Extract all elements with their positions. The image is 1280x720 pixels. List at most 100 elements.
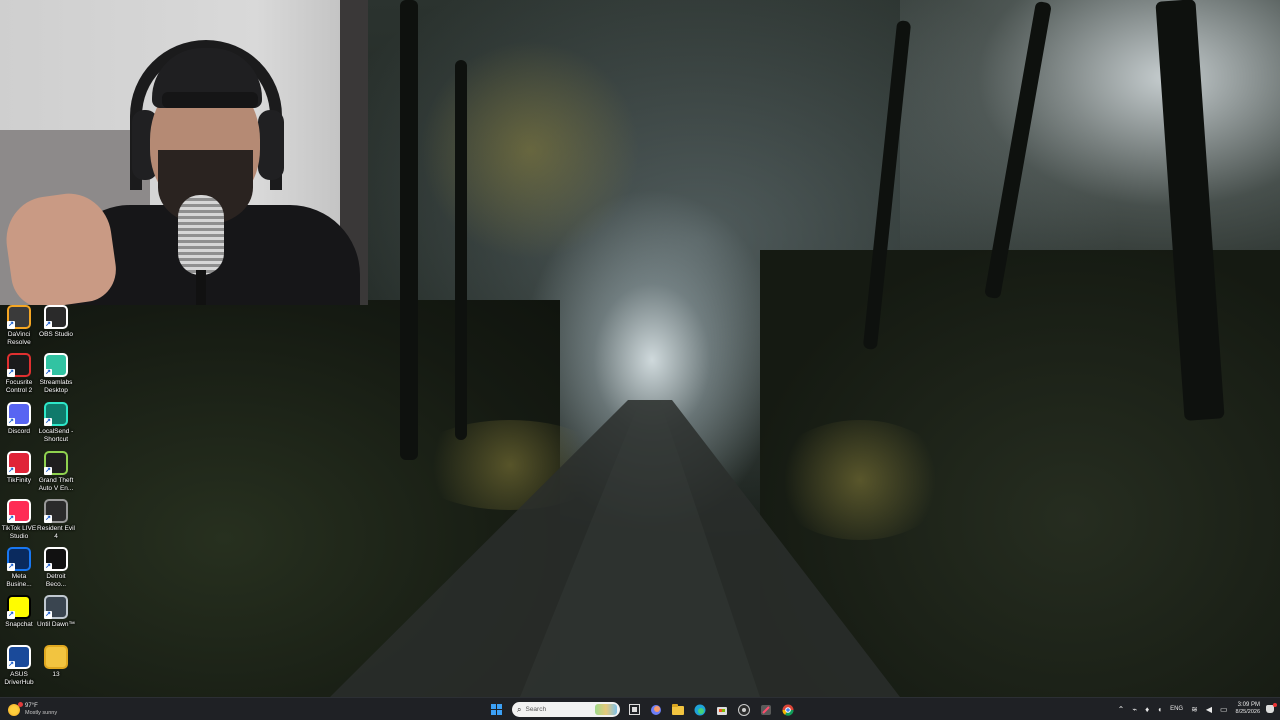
desktop-icon-label: 13 [52,671,60,678]
desktop-icon-label: TikFinity [7,477,31,484]
desktop-icon-label: OBS Studio [39,331,73,338]
desktop-icon[interactable]: ↗ Focusrite Control 2 [0,353,38,395]
desktop-icon[interactable]: 13 [37,645,75,679]
obs-taskbar-icon[interactable] [735,701,753,719]
tiktok-live-icon: ↗ [7,499,31,523]
desktop-icon[interactable]: ↗ Until Dawn™ [37,595,75,629]
volume-icon[interactable]: ◖ [1157,705,1162,714]
task-view-icon[interactable] [625,701,643,719]
weather-widget[interactable]: 97°F Mostly sunny [8,700,57,719]
file-explorer-icon[interactable] [669,701,687,719]
desktop-icon-label: LocalSend - Shortcut [38,428,74,443]
desktop-icon[interactable]: ↗ ASUS DriverHub [0,645,38,687]
meta-business-icon: ↗ [7,547,31,571]
system-tray: ⌃ ⌁ ♦ ◖ ENG ≋ ◀ ▭ 3:09 PM 8/25/2026 [1118,698,1280,720]
search-placeholder: Search [525,706,547,713]
until-dawn-icon: ↗ [44,595,68,619]
network-icon[interactable]: ⌁ [1132,705,1137,714]
davinci-resolve-icon: ↗ [7,305,31,329]
tikfinity-icon: ↗ [7,451,31,475]
windows-logo-icon [490,704,502,715]
asus-driverhub-icon: ↗ [7,645,31,669]
gta-v-icon: ↗ [44,451,68,475]
search-icon: ⌕ [517,704,522,714]
desktop-icon-label: Until Dawn™ [37,621,75,628]
chevron-up-icon[interactable]: ⌃ [1118,705,1125,714]
desktop-icon-label: Grand Theft Auto V En... [38,477,74,492]
shortcut-arrow-icon: ↗ [7,515,15,523]
desktop-icon[interactable]: ↗ Meta Busine... [0,547,38,589]
shortcut-arrow-icon: ↗ [44,515,52,523]
start-button[interactable] [487,701,505,719]
snapchat-icon: ↗ [7,595,31,619]
obs-studio-icon: ↗ [44,305,68,329]
microphone [178,195,224,275]
chrome-icon[interactable] [779,701,797,719]
desktop-icon-label: Snapchat [5,621,33,628]
desktop-icon-label: Focusrite Control 2 [5,379,33,394]
shortcut-arrow-icon: ↗ [44,563,52,571]
shortcut-arrow-icon: ↗ [44,369,52,377]
shortcut-arrow-icon: ↗ [44,321,52,329]
webcam-overlay [0,0,368,305]
shortcut-arrow-icon: ↗ [7,563,15,571]
desktop-icon-label: Resident Evil 4 [37,525,75,540]
weather-sun-icon [8,701,23,716]
folder-icon [44,645,68,669]
search-highlight-image [595,704,617,715]
desktop-icon[interactable]: ↗ OBS Studio [37,305,75,339]
weather-condition: Mostly sunny [25,709,58,716]
shortcut-arrow-icon: ↗ [7,467,15,475]
desktop-icon[interactable]: ↗ LocalSend - Shortcut [37,402,75,444]
speaker-icon[interactable]: ◀ [1206,705,1212,714]
desktop-icon-label: Meta Busine... [6,573,32,588]
wifi-icon[interactable]: ≋ [1191,705,1198,714]
streamlabs-icon: ↗ [44,353,68,377]
localsend-icon: ↗ [44,402,68,426]
desktop-icon[interactable]: ↗ Detroit Beco... [37,547,75,589]
desktop-icon[interactable]: ↗ Snapchat [0,595,38,629]
shortcut-arrow-icon: ↗ [7,321,15,329]
desktop-icon-label: TikTok LIVE Studio [1,525,37,540]
taskbar-search[interactable]: ⌕ Search [512,702,620,717]
desktop-icon-label: Streamlabs Desktop [39,379,73,394]
clock-time: 3:09 PM [1237,702,1260,708]
discord-icon: ↗ [7,402,31,426]
clock-date: 8/25/2026 [1235,709,1260,715]
microsoft-store-icon[interactable] [713,701,731,719]
desktop-icon[interactable]: ↗ DaVinci Resolve [0,305,38,347]
desktop-icon-label: DaVinci Resolve [7,331,31,346]
shortcut-arrow-icon: ↗ [44,418,52,426]
desktop-icon[interactable]: ↗ Streamlabs Desktop [37,353,75,395]
taskbar-clock[interactable]: 3:09 PM 8/25/2026 [1236,702,1260,716]
detroit-become-human-icon: ↗ [44,547,68,571]
desktop-icon[interactable]: ↗ TikTok LIVE Studio [0,499,38,541]
taskbar: 97°F Mostly sunny ⌕ Search ⌃ ⌁ ♦ ◖ ENG ≋… [0,697,1280,720]
edge-icon[interactable] [691,701,709,719]
notification-bell-icon[interactable] [1266,703,1277,713]
language-indicator[interactable]: ENG [1170,706,1183,712]
resident-evil-4-icon: ↗ [44,499,68,523]
desktop-icon[interactable]: ↗ Discord [0,402,38,436]
weather-temperature: 97°F [25,702,38,709]
taskbar-center: ⌕ Search [487,700,801,719]
battery-icon[interactable]: ▭ [1220,705,1228,714]
copilot-icon[interactable] [647,701,665,719]
shortcut-arrow-icon: ↗ [7,661,15,669]
desktop-icon-label: Discord [7,428,31,435]
focusrite-icon: ↗ [7,353,31,377]
shortcut-arrow-icon: ↗ [44,467,52,475]
desktop-icon-label: ASUS DriverHub [4,671,34,686]
desktop-icon-label: Detroit Beco... [45,573,67,588]
wallpaper-trunk [455,60,467,440]
desktop-icon[interactable]: ↗ Grand Theft Auto V En... [37,451,75,493]
shortcut-arrow-icon: ↗ [44,611,52,619]
snipping-tool-icon[interactable] [757,701,775,719]
desktop-icon[interactable]: ↗ Resident Evil 4 [37,499,75,541]
shortcut-arrow-icon: ↗ [7,418,15,426]
desktop-icon[interactable]: ↗ TikFinity [0,451,38,485]
shortcut-arrow-icon: ↗ [7,611,15,619]
wallpaper-trunk [400,0,418,460]
shortcut-arrow-icon: ↗ [7,369,15,377]
microphone-icon[interactable]: ♦ [1145,705,1149,714]
